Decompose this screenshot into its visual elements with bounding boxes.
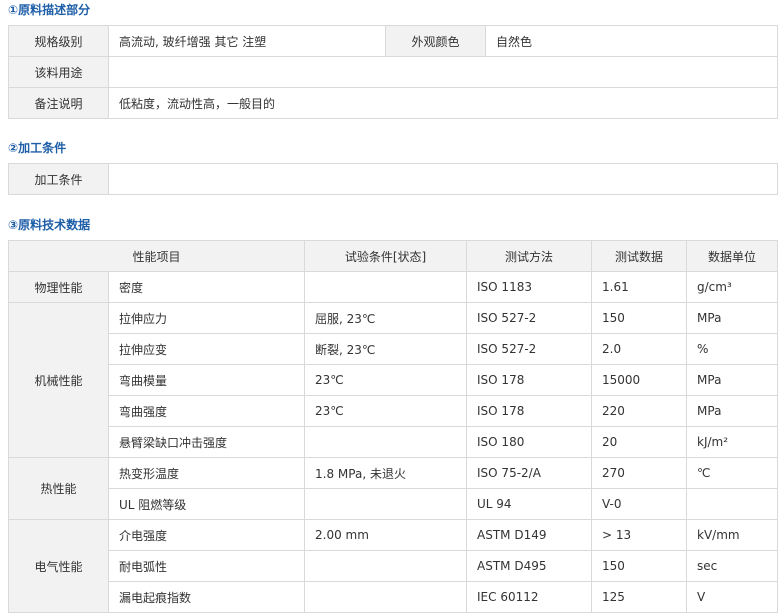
property-item: 漏电起痕指数 xyxy=(107,581,306,613)
test-value: 270 xyxy=(591,457,688,489)
property-item: UL 阻燃等级 xyxy=(107,488,306,520)
data-unit: g/cm³ xyxy=(686,271,778,303)
category-physical: 物理性能 xyxy=(8,271,109,303)
category-thermal: 热性能 xyxy=(8,457,109,520)
spec-label: 规格级别 xyxy=(8,25,109,57)
data-unit: MPa xyxy=(686,395,778,427)
test-condition: 断裂, 23℃ xyxy=(304,333,468,365)
data-unit: ℃ xyxy=(686,457,778,489)
data-unit: MPa xyxy=(686,364,778,396)
description-table: 规格级别 高流动, 玻纤增强 其它 注塑 外观颜色 自然色 该料用途 备注说明 … xyxy=(8,25,778,119)
test-value: V-0 xyxy=(591,488,688,520)
test-condition: 23℃ xyxy=(304,395,468,427)
data-unit: V xyxy=(686,581,778,613)
table-row: 热性能 热变形温度 1.8 MPa, 未退火 ISO 75-2/A 270 ℃ xyxy=(8,457,778,520)
test-value: 2.0 xyxy=(591,333,688,365)
test-method: IEC 60112 xyxy=(466,581,593,613)
test-condition: 23℃ xyxy=(304,364,468,396)
test-method: ISO 178 xyxy=(466,364,593,396)
test-method: ISO 75-2/A xyxy=(466,457,593,489)
header-property: 性能项目 xyxy=(7,240,306,272)
usage-value xyxy=(108,56,778,88)
test-method: UL 94 xyxy=(466,488,593,520)
test-condition xyxy=(304,426,468,458)
table-row: 悬臂梁缺口冲击强度 ISO 180 20 kJ/m² xyxy=(9,426,778,458)
table-row: 机械性能 拉伸应力 屈服, 23℃ ISO 527-2 150 MPa xyxy=(8,302,778,458)
test-method: ASTM D495 xyxy=(466,550,593,582)
test-condition xyxy=(304,488,468,520)
category-mechanical: 机械性能 xyxy=(8,302,109,458)
processing-label: 加工条件 xyxy=(8,163,109,195)
property-item: 拉伸应变 xyxy=(107,333,306,365)
test-condition: 2.00 mm xyxy=(304,519,468,551)
color-value: 自然色 xyxy=(485,25,778,57)
data-unit: kV/mm xyxy=(686,519,778,551)
note-label: 备注说明 xyxy=(8,87,109,119)
section-title-technical-data: ③原料技术数据 xyxy=(8,218,91,232)
table-row: 漏电起痕指数 IEC 60112 125 V xyxy=(9,581,778,613)
test-condition xyxy=(304,271,468,303)
table-row: 电气性能 介电强度 2.00 mm ASTM D149 > 13 kV/mm xyxy=(8,519,778,613)
data-unit: kJ/m² xyxy=(686,426,778,458)
spec-value: 高流动, 玻纤增强 其它 注塑 xyxy=(108,25,386,57)
test-value: 220 xyxy=(591,395,688,427)
table-row: UL 阻燃等级 UL 94 V-0 xyxy=(9,488,778,520)
note-value: 低粘度，流动性高，一般目的 xyxy=(108,87,778,119)
header-unit: 数据单位 xyxy=(686,240,778,272)
table-row: 弯曲强度 23℃ ISO 178 220 MPa xyxy=(9,395,778,427)
test-value: 150 xyxy=(591,550,688,582)
test-value: 125 xyxy=(591,581,688,613)
test-value: 150 xyxy=(591,302,688,334)
test-method: ISO 180 xyxy=(466,426,593,458)
test-value: 20 xyxy=(591,426,688,458)
property-item: 密度 xyxy=(107,271,306,303)
data-unit: % xyxy=(686,333,778,365)
test-method: ISO 1183 xyxy=(466,271,593,303)
color-label: 外观颜色 xyxy=(385,25,486,57)
section-title-description: ①原料描述部分 xyxy=(8,3,91,17)
processing-table: 加工条件 xyxy=(8,163,778,195)
property-item: 弯曲模量 xyxy=(107,364,306,396)
test-condition: 屈服, 23℃ xyxy=(304,302,468,334)
header-method: 测试方法 xyxy=(466,240,593,272)
test-value: 1.61 xyxy=(591,271,688,303)
test-condition xyxy=(304,550,468,582)
processing-value xyxy=(108,163,778,195)
category-electrical: 电气性能 xyxy=(8,519,109,613)
data-unit xyxy=(686,488,778,520)
table-row: 弯曲模量 23℃ ISO 178 15000 MPa xyxy=(9,364,778,396)
table-row: 拉伸应变 断裂, 23℃ ISO 527-2 2.0 % xyxy=(9,333,778,365)
property-item: 热变形温度 xyxy=(107,457,306,489)
test-method: ISO 527-2 xyxy=(466,333,593,365)
test-condition: 1.8 MPa, 未退火 xyxy=(304,457,468,489)
test-condition xyxy=(304,581,468,613)
test-method: ISO 178 xyxy=(466,395,593,427)
property-item: 拉伸应力 xyxy=(107,302,306,334)
data-unit: MPa xyxy=(686,302,778,334)
section-title-processing: ②加工条件 xyxy=(8,141,67,155)
property-item: 介电强度 xyxy=(107,519,306,551)
property-item: 弯曲强度 xyxy=(107,395,306,427)
property-item: 耐电弧性 xyxy=(107,550,306,582)
test-value: > 13 xyxy=(591,519,688,551)
property-item: 悬臂梁缺口冲击强度 xyxy=(107,426,306,458)
usage-label: 该料用途 xyxy=(8,56,109,88)
data-unit: sec xyxy=(686,550,778,582)
technical-data-body: 物理性能 密度 ISO 1183 1.61 g/cm³ 机械性能 拉伸应力 屈服… xyxy=(8,271,778,613)
header-condition: 试验条件[状态] xyxy=(304,240,468,272)
header-value: 测试数据 xyxy=(591,240,688,272)
test-method: ISO 527-2 xyxy=(466,302,593,334)
table-row: 耐电弧性 ASTM D495 150 sec xyxy=(9,550,778,582)
test-method: ASTM D149 xyxy=(466,519,593,551)
technical-data-table: 性能项目 试验条件[状态] 测试方法 测试数据 数据单位 物理性能 密度 ISO… xyxy=(7,240,778,613)
table-row: 物理性能 密度 ISO 1183 1.61 g/cm³ xyxy=(8,271,778,303)
test-value: 15000 xyxy=(591,364,688,396)
